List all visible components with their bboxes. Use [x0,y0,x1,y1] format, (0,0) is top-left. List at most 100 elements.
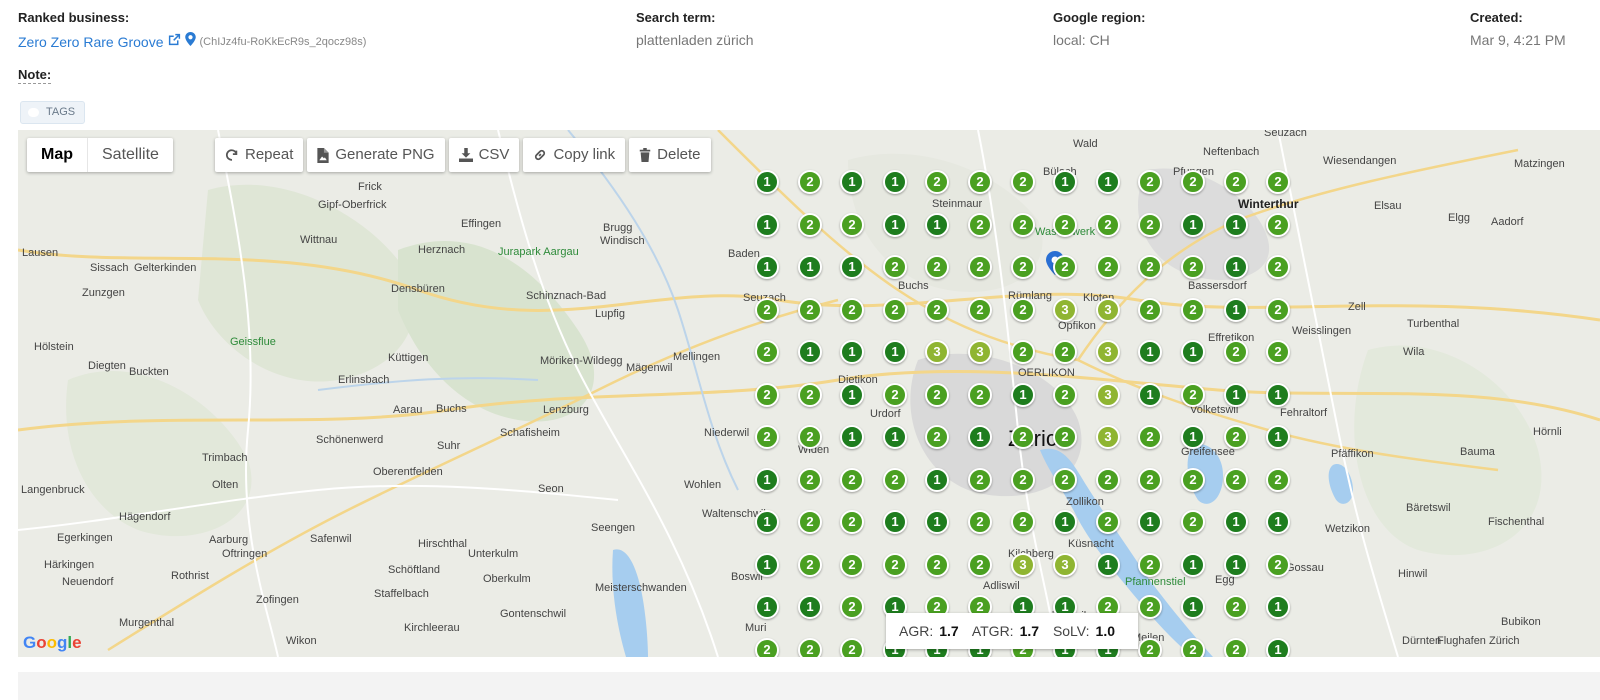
rank-pin[interactable]: 2 [1138,425,1162,449]
rank-pin[interactable]: 1 [1138,510,1162,534]
rank-pin[interactable]: 1 [883,170,907,194]
rank-pin[interactable]: 1 [755,170,779,194]
delete-button[interactable]: Delete [629,138,711,172]
rank-pin[interactable]: 1 [883,510,907,534]
rank-pin[interactable]: 2 [1138,553,1162,577]
external-link-icon[interactable] [168,33,181,51]
rank-pin[interactable]: 1 [1266,595,1290,619]
rank-pin[interactable]: 2 [968,213,992,237]
rank-pin[interactable]: 1 [925,510,949,534]
rank-pin[interactable]: 2 [1138,255,1162,279]
rank-pin[interactable]: 2 [798,170,822,194]
rank-pin[interactable]: 1 [840,255,864,279]
rank-pin[interactable]: 3 [1096,425,1120,449]
rank-pin[interactable]: 2 [755,638,779,657]
rank-pin[interactable]: 2 [883,383,907,407]
rank-pin[interactable]: 1 [1138,340,1162,364]
rank-pin[interactable]: 3 [1053,298,1077,322]
rank-pin[interactable]: 2 [1181,170,1205,194]
rank-pin[interactable]: 1 [1053,510,1077,534]
rank-pin[interactable]: 1 [883,340,907,364]
rank-pin[interactable]: 2 [1096,213,1120,237]
rank-pin[interactable]: 1 [755,255,779,279]
rank-pin[interactable]: 2 [840,595,864,619]
csv-button[interactable]: CSV [448,138,520,172]
rank-pin[interactable]: 2 [1224,468,1248,492]
rank-pin[interactable]: 2 [1181,255,1205,279]
rank-pin[interactable]: 2 [1011,255,1035,279]
rank-pin[interactable]: 2 [1053,255,1077,279]
rank-pin[interactable]: 1 [840,170,864,194]
map[interactable]: Frick Gipf-Oberfrick Effingen Brugg Wind… [18,130,1600,657]
rank-pin[interactable]: 3 [1053,553,1077,577]
rank-pin[interactable]: 1 [1266,638,1290,657]
rank-pin[interactable]: 2 [1011,425,1035,449]
rank-pin[interactable]: 1 [1011,383,1035,407]
rank-pin[interactable]: 2 [968,170,992,194]
note-label[interactable]: Note: [18,67,52,84]
rank-pin[interactable]: 2 [1138,298,1162,322]
rank-pin[interactable]: 2 [1266,468,1290,492]
rank-pin[interactable]: 1 [755,510,779,534]
rank-pin[interactable]: 2 [1011,510,1035,534]
rank-pin[interactable]: 1 [840,383,864,407]
rank-pin[interactable]: 1 [1096,553,1120,577]
rank-pin[interactable]: 1 [883,213,907,237]
rank-pin[interactable]: 2 [755,383,779,407]
rank-pin[interactable]: 1 [1224,213,1248,237]
rank-pin[interactable]: 2 [1138,170,1162,194]
rank-pin[interactable]: 1 [798,255,822,279]
rank-pin[interactable]: 2 [840,510,864,534]
map-marker-icon[interactable] [184,32,196,51]
rank-pin[interactable]: 2 [1011,468,1035,492]
rank-pin[interactable]: 3 [1096,298,1120,322]
rank-pin[interactable]: 1 [1266,425,1290,449]
rank-pin[interactable]: 2 [1181,468,1205,492]
rank-pin[interactable]: 1 [968,425,992,449]
rank-pin[interactable]: 1 [840,425,864,449]
rank-pin[interactable]: 2 [1011,170,1035,194]
rank-pin[interactable]: 2 [1181,298,1205,322]
rank-pin[interactable]: 1 [1224,510,1248,534]
rank-pin[interactable]: 2 [798,425,822,449]
rank-pin[interactable]: 2 [1053,425,1077,449]
rank-pin[interactable]: 2 [925,383,949,407]
rank-pin[interactable]: 1 [925,468,949,492]
rank-pin[interactable]: 1 [1266,510,1290,534]
map-type-satellite-button[interactable]: Satellite [88,138,173,172]
rank-pin[interactable]: 3 [925,340,949,364]
rank-pin[interactable]: 2 [755,298,779,322]
rank-pin[interactable]: 2 [755,425,779,449]
rank-pin[interactable]: 1 [1266,383,1290,407]
rank-pin[interactable]: 2 [1053,213,1077,237]
rank-pin[interactable]: 2 [968,468,992,492]
rank-pin[interactable]: 2 [840,298,864,322]
rank-pin[interactable]: 2 [1011,213,1035,237]
rank-pin[interactable]: 3 [1011,553,1035,577]
rank-pin[interactable]: 2 [925,255,949,279]
rank-pin[interactable]: 2 [925,170,949,194]
rank-pin[interactable]: 1 [1053,170,1077,194]
rank-pin[interactable]: 2 [968,383,992,407]
rank-pin[interactable]: 2 [925,425,949,449]
rank-pin[interactable]: 2 [1266,553,1290,577]
rank-pin[interactable]: 1 [840,340,864,364]
rank-pin[interactable]: 2 [798,383,822,407]
rank-pin[interactable]: 1 [1224,383,1248,407]
rank-pin[interactable]: 2 [1181,510,1205,534]
business-link[interactable]: Zero Zero Rare Groove [18,34,164,50]
rank-pin[interactable]: 1 [1181,595,1205,619]
rank-pin[interactable]: 1 [755,213,779,237]
rank-pin[interactable]: 1 [755,553,779,577]
rank-pin[interactable]: 2 [1266,298,1290,322]
rank-pin[interactable]: 1 [755,468,779,492]
rank-pin[interactable]: 1 [1224,553,1248,577]
rank-pin[interactable]: 2 [1138,638,1162,657]
rank-pin[interactable]: 1 [1181,340,1205,364]
rank-pin[interactable]: 1 [1096,170,1120,194]
rank-pin[interactable]: 2 [1266,170,1290,194]
rank-pin[interactable]: 2 [1266,340,1290,364]
generate-png-button[interactable]: Generate PNG [307,138,445,172]
map-type-map-button[interactable]: Map [27,138,88,172]
rank-pin[interactable]: 2 [1181,383,1205,407]
